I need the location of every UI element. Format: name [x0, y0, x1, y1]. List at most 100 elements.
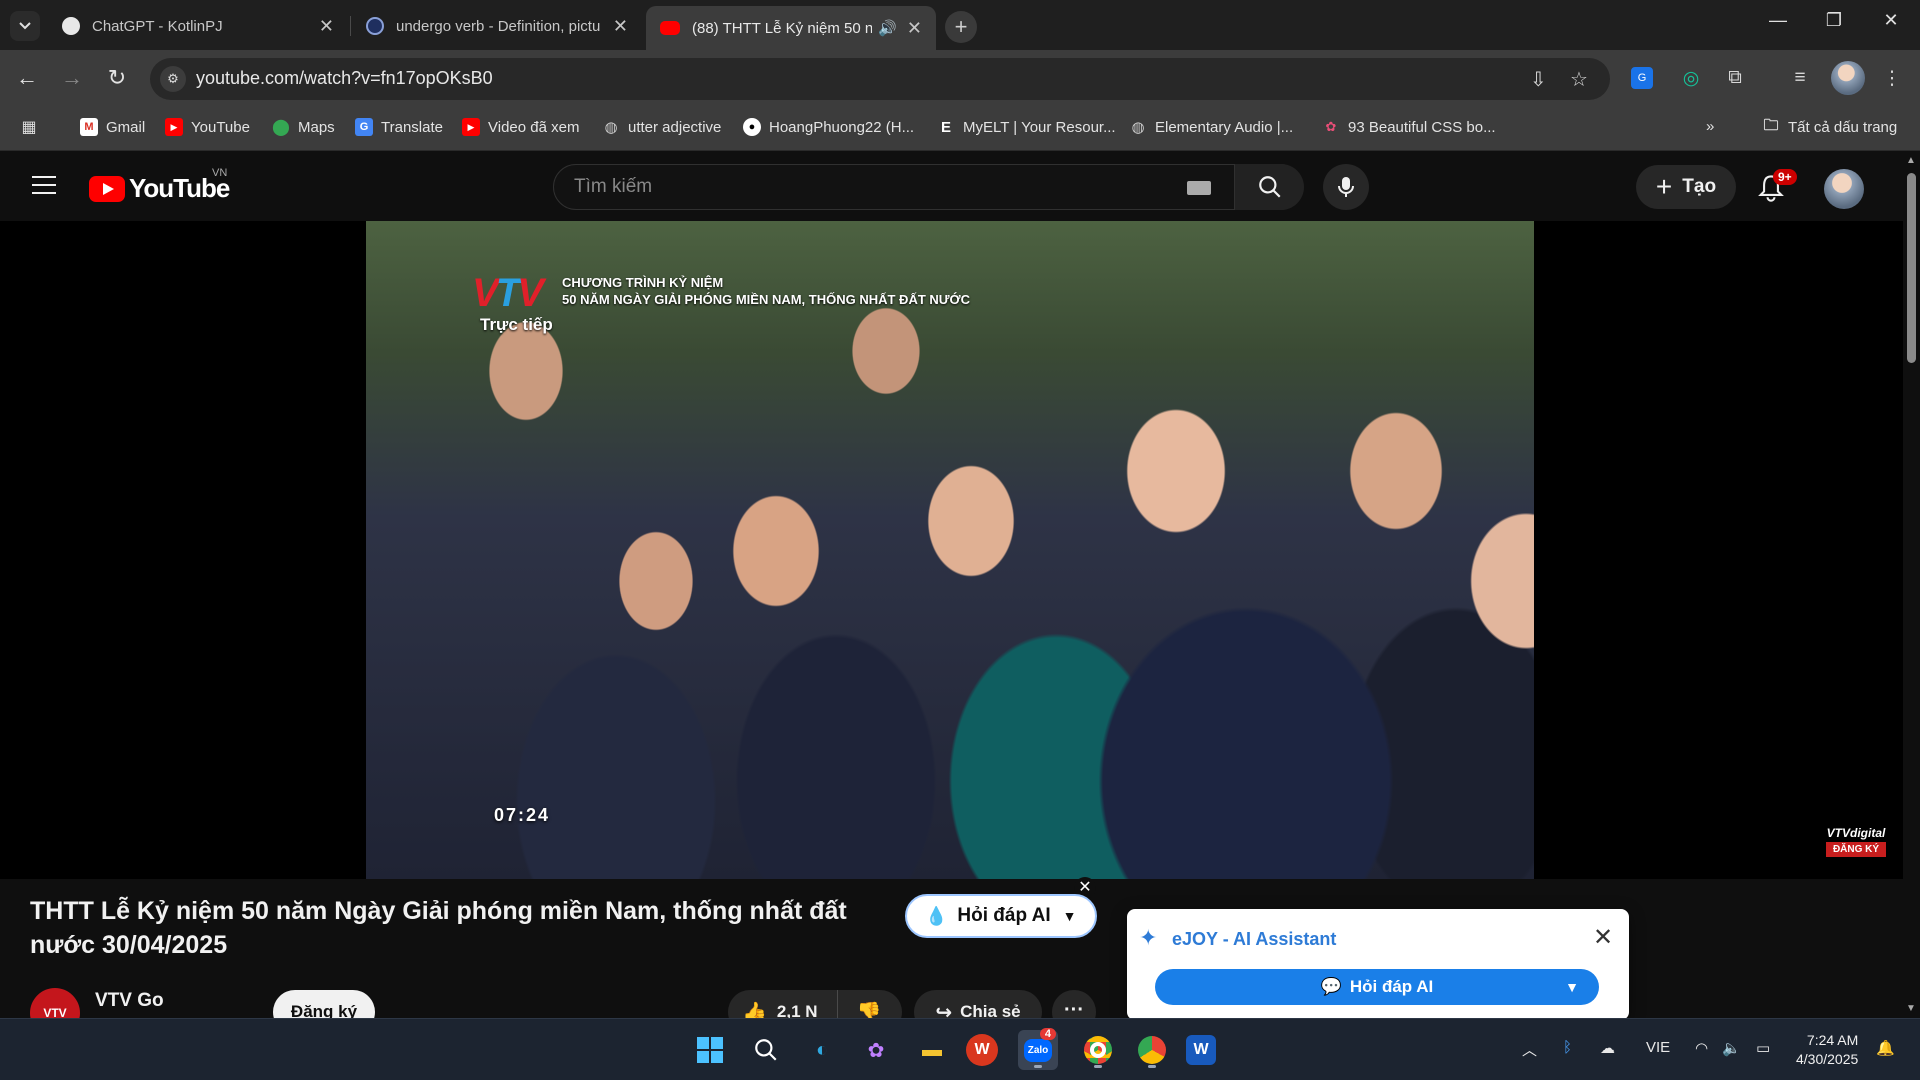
wps-office-icon[interactable]: W	[966, 1034, 998, 1066]
zalo-app[interactable]: Zalo 4	[1018, 1028, 1058, 1070]
create-button[interactable]: + Tạo	[1636, 165, 1736, 209]
speaker-icon[interactable]: 🔊	[878, 19, 897, 37]
copilot-icon[interactable]: ✿	[856, 1030, 896, 1070]
close-window-icon[interactable]: ✕	[1876, 10, 1906, 31]
e-icon: E	[940, 118, 951, 136]
bookmark-myelt[interactable]: E MyELT | Your Resour...	[937, 118, 1116, 136]
bookmark-label: Video đã xem	[488, 118, 580, 136]
running-indicator	[1148, 1065, 1156, 1068]
channel-name[interactable]: VTV Go	[95, 990, 164, 1012]
apps-grid-icon[interactable]: ▦	[20, 118, 46, 136]
media-controls-icon[interactable]: ≡	[1785, 63, 1815, 93]
restore-icon[interactable]: ❐	[1819, 10, 1849, 31]
url-text[interactable]: youtube.com/watch?v=fn17opOKsB0	[196, 68, 493, 89]
bookmark-watched[interactable]: ▶ Video đã xem	[462, 118, 579, 136]
bookmark-github[interactable]: ● HoangPhuong22 (H...	[743, 118, 914, 136]
bookmark-star-icon[interactable]: ☆	[1570, 67, 1588, 92]
guide-menu-icon[interactable]	[32, 176, 56, 194]
new-tab-button[interactable]: +	[945, 11, 977, 43]
video-player[interactable]: VTV Trực tiếp CHƯƠNG TRÌNH KỶ NIỆM 50 NĂ…	[0, 221, 1903, 879]
show-hidden-icons[interactable]: ︿	[1522, 1039, 1537, 1060]
forward-icon[interactable]: →	[57, 63, 87, 93]
edge-icon[interactable]: ◐	[802, 1030, 842, 1070]
account-avatar[interactable]	[1824, 169, 1864, 209]
system-clock[interactable]: 7:24 AM 4/30/2025	[1796, 1031, 1858, 1069]
chevron-down-icon: ▼	[1062, 908, 1077, 924]
tab-chatgpt[interactable]: ChatGPT - KotlinPJ ✕	[48, 6, 348, 46]
bookmark-label: Gmail	[106, 118, 146, 136]
bookmark-youtube[interactable]: ▶ YouTube	[165, 118, 250, 136]
close-tab-icon[interactable]: ✕	[907, 18, 922, 39]
start-button[interactable]	[690, 1030, 730, 1070]
extensions-icon[interactable]: ⧉	[1720, 63, 1750, 93]
profile-avatar[interactable]	[1831, 61, 1865, 95]
page-scrollbar[interactable]: ▲ ▼	[1903, 151, 1920, 1018]
bookmark-elementary-audio[interactable]: ◍ Elementary Audio |...	[1129, 118, 1294, 137]
close-icon[interactable]: ✕	[1593, 923, 1613, 952]
search-icon[interactable]	[746, 1030, 786, 1070]
all-bookmarks[interactable]: 🗀 Tất cả dấu trang	[1762, 117, 1897, 136]
vtv-digital-watermark[interactable]: VTVdigital ĐĂNG KÝ	[1826, 826, 1886, 857]
search-box	[553, 164, 1304, 210]
install-app-icon[interactable]: ⇩	[1530, 67, 1547, 92]
bookmark-utter[interactable]: ◍ utter adjective	[602, 118, 721, 137]
chrome-logo	[1084, 1036, 1112, 1064]
bookmark-label: Maps	[298, 118, 335, 136]
bookmark-label: Elementary Audio |...	[1155, 118, 1294, 136]
youtube-logo[interactable]: YouTube	[89, 173, 230, 204]
video-frame[interactable]: VTV Trực tiếp CHƯƠNG TRÌNH KỶ NIỆM 50 NĂ…	[366, 221, 1534, 879]
bookmark-maps[interactable]: ⬤ Maps	[272, 118, 335, 137]
address-bar[interactable]: ⚙ youtube.com/watch?v=fn17opOKsB0 ⇩ ☆	[150, 58, 1610, 100]
keyboard-icon[interactable]	[1187, 181, 1211, 195]
ai-qa-pill[interactable]: 💧 Hỏi đáp AI ▼	[905, 894, 1097, 938]
minimize-icon[interactable]: —	[1763, 10, 1793, 31]
clock-date: 4/30/2025	[1796, 1051, 1859, 1067]
search-input[interactable]	[574, 175, 1174, 199]
scroll-thumb[interactable]	[1907, 173, 1916, 363]
battery-icon[interactable]: ▭	[1756, 1039, 1770, 1057]
tab-divider	[350, 16, 351, 36]
bookmark-translate[interactable]: G Translate	[355, 118, 443, 136]
scroll-up-icon[interactable]: ▲	[1906, 155, 1916, 166]
language-indicator[interactable]: VIE	[1646, 1039, 1670, 1056]
wifi-icon[interactable]: ◠	[1695, 1039, 1708, 1057]
scroll-down-icon[interactable]: ▼	[1906, 1003, 1916, 1014]
chrome-menu-icon[interactable]: ⋮	[1877, 63, 1907, 93]
bookmark-css[interactable]: ✿ 93 Beautiful CSS bo...	[1322, 118, 1496, 136]
close-tab-icon[interactable]: ✕	[613, 16, 628, 37]
tab-undergo[interactable]: undergo verb - Definition, pictu ✕	[352, 6, 642, 46]
notification-bell-icon[interactable]: 🔔	[1876, 1039, 1895, 1057]
bookmark-gmail[interactable]: M Gmail	[80, 118, 145, 136]
more-bookmarks-icon[interactable]: »	[1706, 118, 1714, 135]
css-icon: ✿	[1325, 119, 1337, 134]
volume-icon[interactable]: 🔈	[1722, 1039, 1741, 1057]
bluetooth-icon[interactable]: ᛒ	[1563, 1039, 1572, 1056]
file-explorer-icon[interactable]: ▬	[912, 1030, 952, 1070]
microphone-icon	[1338, 177, 1354, 197]
live-label: Trực tiếp	[480, 315, 553, 334]
bookmark-label: HoangPhuong22 (H...	[769, 118, 915, 136]
bookmark-label: YouTube	[191, 118, 250, 136]
chrome-profile-icon[interactable]	[1132, 1030, 1172, 1070]
voice-search-button[interactable]	[1323, 164, 1369, 210]
network-status-icon[interactable]: ☁	[1600, 1039, 1615, 1057]
back-icon[interactable]: ←	[12, 63, 42, 93]
site-info-icon[interactable]: ⚙	[160, 66, 186, 92]
search-button[interactable]	[1234, 164, 1304, 210]
ejoy-ai-qa-button[interactable]: 💬 Hỏi đáp AI ▼	[1155, 969, 1599, 1005]
youtube-header: YouTube VN + Tạo 9+	[0, 151, 1903, 221]
search-icon	[1258, 176, 1281, 198]
country-code: VN	[212, 167, 228, 179]
running-indicator	[1094, 1065, 1102, 1068]
sparkle-icon: 💧	[925, 905, 948, 926]
chrome-icon[interactable]	[1078, 1030, 1118, 1070]
tab-search-button[interactable]	[10, 11, 40, 41]
grammarly-extension-icon[interactable]: ◎	[1676, 63, 1706, 93]
tab-youtube-active[interactable]: (88) THTT Lễ Kỷ niệm 50 năm 🔊 ✕	[646, 6, 936, 50]
close-tab-icon[interactable]: ✕	[319, 16, 334, 37]
reload-icon[interactable]: ↻	[102, 63, 132, 93]
word-icon[interactable]: W	[1186, 1035, 1216, 1065]
bookmark-label: 93 Beautiful CSS bo...	[1348, 118, 1496, 136]
tab-title: ChatGPT - KotlinPJ	[92, 17, 223, 35]
google-translate-extension-icon[interactable]: G	[1631, 67, 1653, 89]
